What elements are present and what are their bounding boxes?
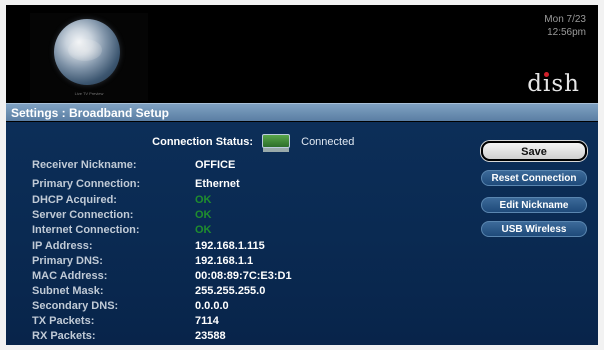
date-time: Mon 7/23 12:56pm (544, 13, 586, 39)
field-value: 23588 (195, 330, 226, 342)
connection-status-label: Connection Status: (152, 136, 253, 148)
field-primary-connection: Primary Connection: Ethernet (32, 177, 240, 191)
edit-nickname-button[interactable]: Edit Nickname (481, 197, 587, 213)
broadband-icon (262, 133, 291, 152)
field-label: Subnet Mask: (32, 285, 104, 297)
field-internet-connection: Internet Connection: OK (32, 223, 212, 237)
field-label: Primary DNS: (32, 255, 103, 267)
dish-logo: dısh (527, 71, 580, 97)
field-value: OK (195, 224, 212, 236)
field-rx-packets: RX Packets: 23588 (32, 329, 226, 343)
field-value: Ethernet (195, 178, 240, 190)
reset-connection-button[interactable]: Reset Connection (481, 170, 587, 186)
field-label: Secondary DNS: (32, 300, 119, 312)
earth-image (54, 19, 120, 85)
field-mac-address: MAC Address: 00:08:89:7C:E3:D1 (32, 269, 292, 283)
field-value: 7114 (195, 315, 219, 327)
field-label: TX Packets: (32, 315, 95, 327)
field-value: 192.168.1.115 (195, 240, 265, 252)
header: Live TV Preview Mon 7/23 12:56pm dısh (6, 5, 598, 101)
field-label: Internet Connection: (32, 224, 140, 236)
live-tv-preview: Live TV Preview (30, 13, 148, 101)
save-button[interactable]: Save (481, 141, 587, 161)
field-primary-dns: Primary DNS: 192.168.1.1 (32, 254, 253, 268)
field-ip-address: IP Address: 192.168.1.115 (32, 239, 265, 253)
field-label: Receiver Nickname: (32, 159, 137, 171)
field-value: 255.255.255.0 (195, 285, 266, 297)
field-receiver-nickname: Receiver Nickname: OFFICE (32, 158, 235, 172)
field-tx-packets: TX Packets: 7114 (32, 314, 219, 328)
field-label: DHCP Acquired: (32, 194, 117, 206)
broadband-setup-panel: Connection Status: Connected Receiver Ni… (6, 122, 598, 345)
field-label: Primary Connection: (32, 178, 141, 190)
page-title: Settings : Broadband Setup (6, 103, 598, 121)
field-label: MAC Address: (32, 270, 108, 282)
usb-wireless-button[interactable]: USB Wireless (481, 221, 587, 237)
field-value: OK (195, 209, 212, 221)
date-label: Mon 7/23 (544, 14, 586, 25)
field-value: OFFICE (195, 159, 236, 171)
field-label: Server Connection: (32, 209, 134, 221)
field-dhcp-acquired: DHCP Acquired: OK (32, 193, 212, 207)
connection-status: Connection Status: Connected (133, 133, 355, 152)
field-value: 00:08:89:7C:E3:D1 (195, 270, 292, 282)
field-subnet-mask: Subnet Mask: 255.255.255.0 (32, 284, 265, 298)
field-label: IP Address: (32, 240, 93, 252)
field-value: 192.168.1.1 (195, 255, 254, 267)
field-label: RX Packets: (32, 330, 96, 342)
field-secondary-dns: Secondary DNS: 0.0.0.0 (32, 299, 229, 313)
connection-status-value: Connected (301, 136, 355, 148)
preview-caption: Live TV Preview (74, 91, 104, 96)
field-value: 0.0.0.0 (195, 300, 229, 312)
tv-screen: Live TV Preview Mon 7/23 12:56pm dısh Se… (6, 5, 598, 345)
field-value: OK (195, 194, 212, 206)
time-label: 12:56pm (547, 27, 586, 38)
field-server-connection: Server Connection: OK (32, 208, 212, 222)
